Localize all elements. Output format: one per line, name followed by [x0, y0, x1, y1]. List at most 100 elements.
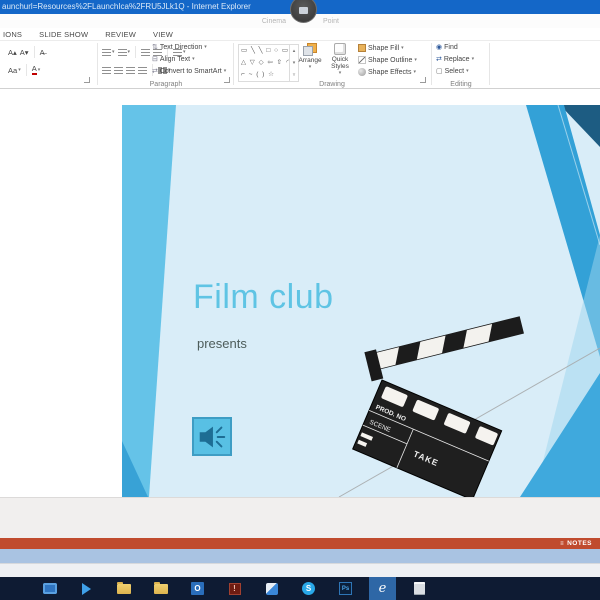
monitor-icon [42, 583, 57, 594]
outlook-icon: O [191, 582, 204, 595]
editing-group: ◉ Find ⇄ Replace ▾ ▢ Select ▾ Editing [432, 41, 490, 89]
font-color-button[interactable]: A ▾ [31, 65, 40, 75]
taskbar-icon-outlook[interactable]: O [190, 581, 205, 596]
taskbar-icon-monitor[interactable] [42, 581, 57, 596]
gallery-down-icon[interactable]: ▾ [293, 60, 296, 66]
bottom-right-triangle-shape [520, 373, 600, 497]
chevron-down-icon: ▾ [223, 67, 227, 74]
taskbar-icon-notepad[interactable] [412, 581, 427, 596]
convert-to-smartart-button[interactable]: ⇄ Convert to SmartArt ▾ [152, 67, 227, 76]
chevron-down-icon: ▾ [401, 44, 404, 51]
shapes-row[interactable]: ⌐ ~ ( ) ☆ [241, 69, 289, 81]
gallery-more-icon[interactable]: ▿ [293, 72, 296, 78]
select-button[interactable]: ▢ Select ▾ [436, 68, 469, 75]
alert-icon: ! [228, 582, 241, 595]
notepad-icon [414, 582, 425, 595]
grow-font-button[interactable]: A▴ [8, 48, 17, 57]
replace-button[interactable]: ⇄ Replace ▾ [436, 56, 474, 63]
paragraph-dialog-launcher[interactable] [224, 77, 230, 83]
divider [135, 46, 137, 58]
bullets-button[interactable]: ▾ [102, 48, 115, 56]
shapes-row[interactable]: △ ▽ ◇ ⇦ ⇧ ◠ [241, 57, 289, 69]
change-case-button[interactable]: Aa ▾ [8, 66, 21, 75]
editing-group-label: Editing [450, 81, 472, 88]
text-direction-button[interactable]: ⇅ Text Direction ▾ [152, 43, 207, 52]
desktop-strip [0, 563, 600, 577]
arrange-button[interactable]: Arrange ▾ [296, 43, 324, 70]
align-center-button[interactable] [114, 66, 123, 74]
font-dialog-launcher[interactable] [84, 77, 90, 83]
quick-styles-button[interactable]: Quick Styles ▾ [326, 43, 354, 76]
justify-button[interactable] [138, 66, 147, 74]
align-center-icon [114, 66, 123, 74]
gallery-up-icon[interactable]: ▴ [293, 48, 296, 54]
align-text-button[interactable]: ⊟ Align Text ▾ [152, 55, 195, 64]
chevron-down-icon: ▾ [127, 48, 131, 55]
taskbar-icon-media-player[interactable] [79, 581, 94, 596]
doc-title-fragment-left: Cinema [261, 18, 286, 25]
paragraph-group-label: Paragraph [149, 81, 183, 88]
window-strip [0, 549, 600, 563]
shapes-row[interactable]: ▭ ╲ ╲ □ ○ ▭ [241, 45, 289, 57]
divider [25, 64, 27, 76]
flag-icon [265, 582, 278, 595]
tab-view[interactable]: VIEW [153, 30, 173, 39]
shape-effects-button[interactable]: Shape Effects ▾ [358, 68, 416, 76]
align-right-icon [126, 66, 135, 74]
shape-fill-button[interactable]: Shape Fill ▾ [358, 44, 404, 52]
audio-button[interactable] [192, 417, 232, 456]
slide-canvas[interactable]: PROD. NO SCENE TAKE Film club presents [122, 105, 600, 497]
taskbar-icon-internet-explorer[interactable]: e [369, 577, 396, 600]
chevron-down-icon: ▾ [308, 64, 312, 70]
text-direction-icon: ⇅ [152, 44, 158, 51]
taskbar-icon-photoshop[interactable]: Ps [338, 581, 353, 596]
numbering-button[interactable]: ▾ [117, 48, 131, 56]
arrange-icon [303, 43, 317, 56]
taskbar-icon-flag[interactable] [264, 581, 279, 596]
replace-icon: ⇄ [436, 56, 442, 63]
ribbon-tabs: IONS SLIDE SHOW REVIEW VIEW [0, 28, 600, 41]
decrease-indent-button[interactable] [141, 48, 151, 56]
quick-styles-icon [334, 43, 346, 55]
doc-title-fragment-right: Point [323, 18, 339, 25]
align-right-button[interactable] [126, 66, 135, 74]
taskbar-icon-skype[interactable]: S [301, 581, 316, 596]
tab-review[interactable]: REVIEW [105, 30, 136, 39]
divider [33, 46, 35, 58]
find-button[interactable]: ◉ Find [436, 44, 458, 51]
notes-pane [0, 497, 600, 538]
shape-outline-button[interactable]: Shape Outline ▾ [358, 56, 417, 64]
chevron-down-icon: ▾ [112, 48, 115, 55]
chevron-down-icon: ▾ [471, 56, 475, 62]
tab-slide-show[interactable]: SLIDE SHOW [39, 30, 88, 39]
align-left-button[interactable] [102, 66, 111, 74]
select-icon: ▢ [436, 68, 443, 75]
ribbon: A▴ A▾ A̶ Aa ▾ A ▾ ▾ ▾ ▾ ▾ ⇅ Text Directi… [0, 41, 600, 89]
left-band-shape [122, 105, 176, 497]
notes-button[interactable]: ≡ NOTES [560, 538, 592, 549]
chevron-down-icon: ▾ [338, 70, 342, 76]
align-left-icon [102, 66, 111, 74]
tab-animations-partial[interactable]: IONS [3, 30, 22, 39]
photoshop-icon: Ps [339, 582, 352, 595]
slide-subtitle[interactable]: presents [197, 336, 247, 351]
bubble-icon [299, 7, 308, 14]
clear-formatting-button[interactable]: A̶ [40, 48, 45, 57]
find-icon: ◉ [436, 44, 443, 51]
drawing-dialog-launcher[interactable] [420, 77, 426, 83]
shapes-gallery[interactable]: ▭ ╲ ╲ □ ○ ▭ △ ▽ ◇ ⇦ ⇧ ◠ ⌐ ~ ( ) ☆ [238, 44, 290, 82]
chevron-down-icon: ▾ [18, 66, 21, 73]
taskbar-icon-alert[interactable]: ! [227, 581, 242, 596]
screen: aunchurl=Resources%2FLaunchIca%2FRU5JLk1… [0, 0, 600, 600]
bullets-icon [102, 48, 111, 56]
folder-icon [116, 581, 131, 594]
folder-icon [153, 581, 168, 594]
shrink-font-button[interactable]: A▾ [20, 48, 29, 57]
align-text-icon: ⊟ [152, 56, 158, 63]
taskbar-icon-folder-1[interactable] [116, 581, 131, 596]
drawing-group-label: Drawing [319, 81, 345, 88]
font-group: A▴ A▾ A̶ Aa ▾ A ▾ [0, 41, 96, 89]
chevron-down-icon: ▾ [466, 68, 469, 74]
taskbar-icon-folder-2[interactable] [153, 581, 168, 596]
slide-title[interactable]: Film club [193, 278, 334, 317]
